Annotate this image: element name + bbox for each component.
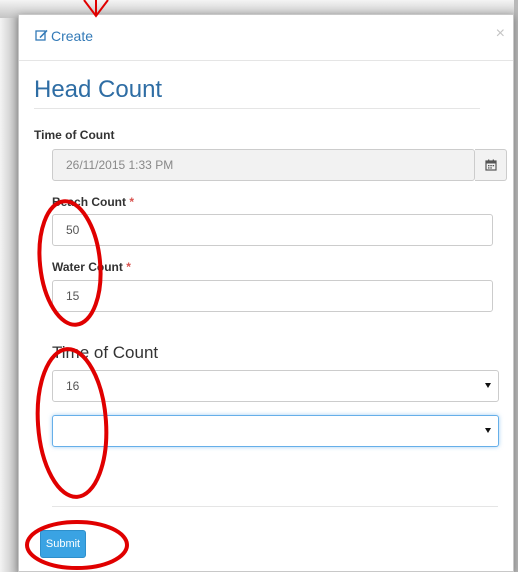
date-picker-button[interactable] [475, 149, 507, 181]
footer-divider [52, 506, 498, 507]
time-of-count-input[interactable]: 26/11/2015 1:33 PM [52, 149, 475, 181]
form-title: Head Count [34, 76, 480, 109]
required-mark: * [126, 260, 131, 274]
hour-select[interactable]: 16 [52, 370, 499, 402]
hour-select-value: 16 [66, 379, 80, 393]
water-count-label: Water Count * [52, 260, 131, 274]
beach-count-input[interactable]: 50 [52, 214, 493, 246]
calendar-icon [485, 159, 497, 171]
submit-button[interactable]: Submit [40, 530, 86, 558]
beach-count-label: Beach Count * [52, 195, 134, 209]
minute-select[interactable] [52, 415, 499, 447]
water-count-input[interactable]: 15 [52, 280, 493, 312]
time-of-count-label: Time of Count [34, 128, 115, 142]
caret-down-icon [485, 383, 491, 388]
water-count-label-text: Water Count [52, 260, 123, 274]
create-modal: Create × Head Count Time of Count 26/11/… [18, 14, 514, 572]
caret-down-icon [485, 428, 491, 433]
beach-count-label-text: Beach Count [52, 195, 127, 209]
time-section-title: Time of Count [52, 343, 159, 362]
required-mark: * [129, 195, 135, 209]
